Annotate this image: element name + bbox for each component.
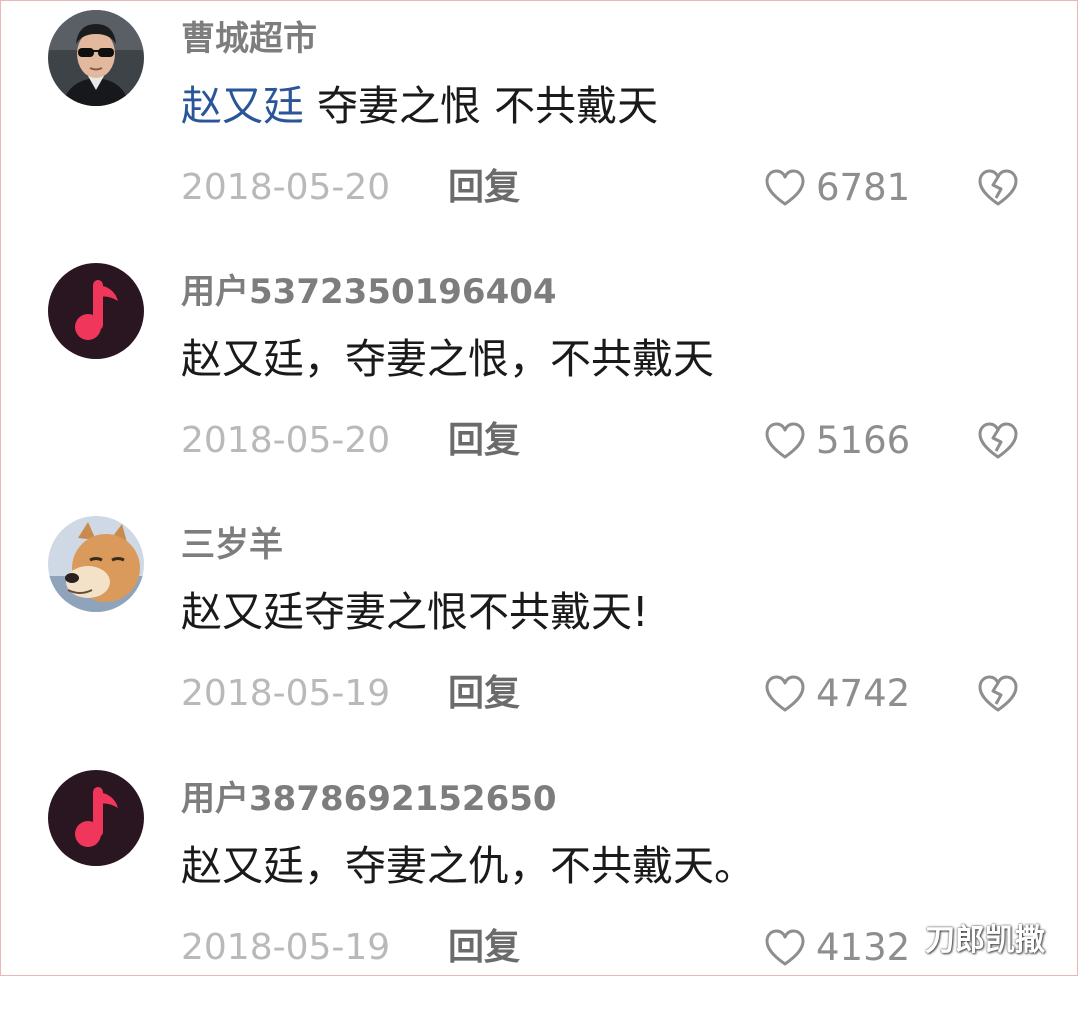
music-note-icon (48, 263, 144, 359)
comment-mention-link[interactable]: 赵又廷 (181, 82, 304, 130)
avatar[interactable] (48, 263, 144, 359)
comment-username[interactable]: 三岁羊 (181, 520, 283, 570)
comment-text: 赵又廷，夺妻之恨，不共戴天 (181, 335, 714, 383)
comment-item: 三岁羊 赵又廷夺妻之恨不共戴天! 2018-05-19 回复 4742 (0, 506, 1080, 758)
like-button[interactable]: 6781 (764, 166, 910, 210)
dislike-button[interactable] (976, 672, 1020, 716)
dislike-button[interactable] (976, 419, 1020, 463)
watermark: 刀郎凯撒 (925, 923, 1045, 958)
heart-icon (765, 169, 805, 206)
shiba-dog-avatar-icon (48, 516, 144, 612)
like-button[interactable]: 4742 (764, 672, 910, 716)
music-note-icon (48, 770, 144, 866)
comment-username[interactable]: 用户5372350196404 (181, 267, 557, 317)
like-count: 6781 (816, 166, 911, 209)
comment-meta-row: 2018-05-19 回复 4132 (0, 918, 1080, 978)
comment-meta-row: 2018-05-19 回复 4742 (0, 664, 1080, 724)
reply-button[interactable]: 回复 (448, 158, 520, 218)
like-count: 4742 (816, 672, 911, 715)
reply-button[interactable]: 回复 (448, 411, 520, 471)
comment-username[interactable]: 曹城超市 (181, 14, 317, 64)
man-with-sunglasses-avatar-icon (48, 10, 144, 106)
avatar[interactable] (48, 770, 144, 866)
comment-item: 用户3878692152650 赵又廷，夺妻之仇，不共戴天。 2018-05-1… (0, 760, 1080, 1012)
comment-text: 赵又廷 夺妻之恨 不共戴天 (181, 76, 658, 136)
comment-date: 2018-05-19 (181, 673, 391, 714)
dislike-button[interactable] (976, 166, 1020, 210)
comment-meta-row: 2018-05-20 回复 6781 (0, 158, 1080, 218)
broken-heart-icon (978, 422, 1018, 459)
like-button[interactable]: 5166 (764, 419, 910, 463)
reply-button[interactable]: 回复 (448, 918, 520, 978)
comment-item: 用户5372350196404 赵又廷，夺妻之恨，不共戴天 2018-05-20… (0, 253, 1080, 505)
comment-meta-row: 2018-05-20 回复 5166 (0, 411, 1080, 471)
comment-text: 赵又廷，夺妻之仇，不共戴天。 (181, 842, 755, 890)
comment-text-body: 夺妻之恨 不共戴天 (304, 82, 659, 130)
heart-icon (765, 929, 805, 966)
comment-username[interactable]: 用户3878692152650 (181, 774, 557, 824)
comment-date: 2018-05-20 (181, 420, 391, 461)
reply-button[interactable]: 回复 (448, 664, 520, 724)
like-button[interactable]: 4132 (764, 926, 910, 970)
comment-text: 赵又廷夺妻之恨不共戴天! (181, 588, 649, 636)
comment-date: 2018-05-19 (181, 927, 391, 968)
heart-icon (765, 422, 805, 459)
broken-heart-icon (978, 169, 1018, 206)
comment-date: 2018-05-20 (181, 167, 391, 208)
avatar[interactable] (48, 10, 144, 106)
broken-heart-icon (978, 675, 1018, 712)
avatar[interactable] (48, 516, 144, 612)
like-count: 4132 (816, 926, 911, 969)
heart-icon (765, 675, 805, 712)
like-count: 5166 (816, 419, 911, 462)
comment-item: 曹城超市 赵又廷 夺妻之恨 不共戴天 2018-05-20 回复 6781 (0, 0, 1080, 252)
